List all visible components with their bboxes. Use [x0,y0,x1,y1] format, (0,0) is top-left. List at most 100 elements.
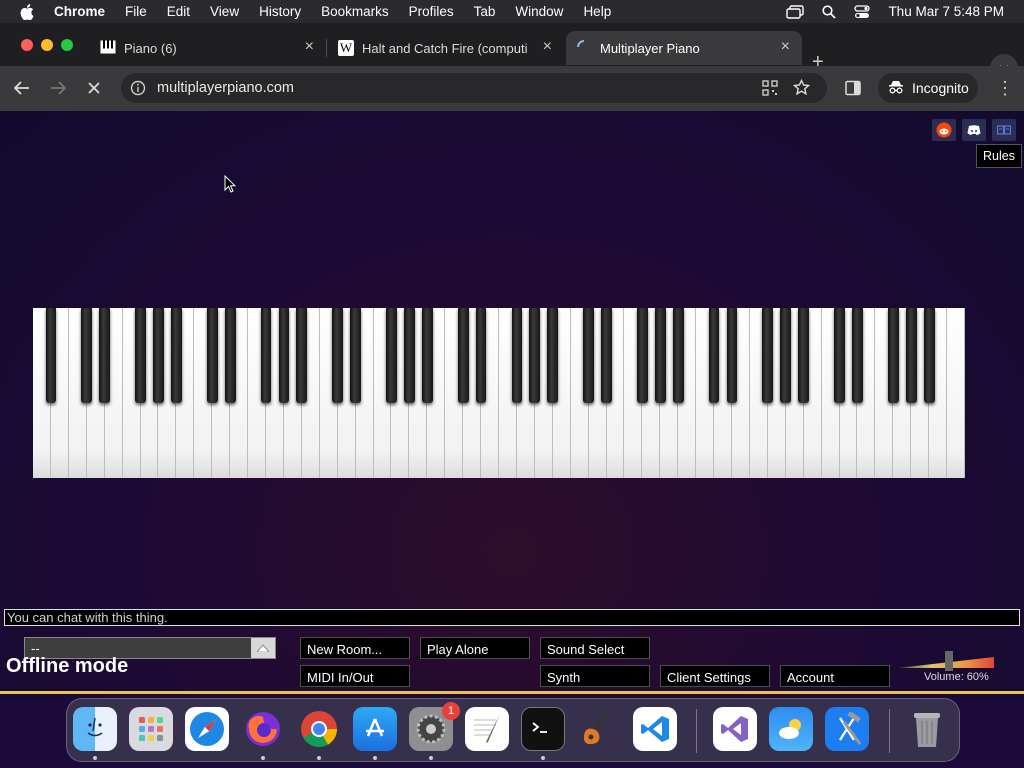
piano-black-key[interactable] [224,308,236,403]
piano-black-key[interactable] [780,308,792,403]
piano-black-key[interactable] [45,308,57,403]
piano-black-key[interactable] [153,308,164,403]
piano-black-key[interactable] [798,308,810,403]
xcode-icon[interactable] [825,707,869,751]
bookmark-star-icon[interactable] [792,78,811,100]
piano-black-key[interactable] [421,308,433,403]
terminal-icon[interactable] [521,707,565,751]
stop-loading-icon[interactable] [84,78,104,98]
tab-close-icon[interactable]: × [305,39,314,55]
piano-black-key[interactable] [583,308,594,403]
menubar-app-name[interactable]: Chrome [54,4,105,19]
piano-black-key[interactable] [672,308,684,403]
piano-black-key[interactable] [206,308,218,403]
chat-input[interactable]: You can chat with this thing. [4,609,1020,626]
piano-black-key[interactable] [654,308,666,403]
piano-black-key[interactable] [511,308,523,403]
discord-icon[interactable] [962,119,986,141]
piano-black-key[interactable] [386,308,397,403]
tab-close-icon[interactable]: × [781,39,790,55]
forward-arrow-icon[interactable] [48,78,68,98]
piano-black-key[interactable] [135,308,146,403]
back-arrow-icon[interactable] [12,78,32,98]
menu-view[interactable]: View [210,4,239,19]
chrome-menu-icon[interactable]: ⋮ [996,78,1014,99]
tab-multiplayer-piano[interactable]: Multiplayer Piano × [566,31,802,65]
trash-icon[interactable] [905,707,949,751]
qr-code-icon[interactable] [762,80,778,100]
app-store-icon[interactable] [353,707,397,751]
launchpad-icon[interactable] [129,707,173,751]
piano-black-key[interactable] [457,308,469,403]
piano-black-key[interactable] [834,308,845,403]
menubar-clock[interactable]: Thu Mar 7 5:48 PM [888,4,1004,19]
piano-black-key[interactable] [278,308,290,403]
screen-mirroring-icon[interactable] [786,4,805,19]
new-room-button[interactable]: New Room... [300,637,410,659]
menu-help[interactable]: Help [583,4,611,19]
window-zoom-button[interactable] [61,39,73,51]
garageband-icon[interactable] [577,707,621,751]
address-bar[interactable]: multiplayerpiano.com [121,73,827,103]
piano-black-key[interactable] [99,308,111,403]
control-center-icon[interactable] [854,4,871,19]
weather-icon[interactable] [769,707,813,751]
piano-black-key[interactable] [404,308,415,403]
piano-black-key[interactable] [296,308,308,403]
rules-icon[interactable] [992,119,1016,141]
piano-white-key[interactable] [947,308,965,478]
tab-piano[interactable]: Piano (6) × [90,31,326,65]
menu-edit[interactable]: Edit [167,4,190,19]
piano-black-key[interactable] [708,308,720,403]
play-alone-button[interactable]: Play Alone [420,637,530,659]
piano-black-key[interactable] [852,308,863,403]
account-button[interactable]: Account [780,665,890,687]
piano-black-key[interactable] [637,308,648,403]
apple-icon[interactable] [20,3,34,20]
piano-black-key[interactable] [260,308,272,403]
side-panel-icon[interactable] [845,80,861,101]
sound-select-button[interactable]: Sound Select [540,637,650,659]
piano-black-key[interactable] [171,308,182,403]
midi-in-out-button[interactable]: MIDI In/Out [300,665,410,687]
piano-black-key[interactable] [726,308,738,403]
window-minimize-button[interactable] [41,39,53,51]
client-settings-button[interactable]: Client Settings [660,665,770,687]
reddit-icon[interactable] [932,119,956,141]
piano-black-key[interactable] [332,308,344,403]
menu-tab[interactable]: Tab [474,4,496,19]
chrome-icon[interactable] [297,707,341,751]
vscode-icon[interactable] [633,707,677,751]
address-bar-url[interactable]: multiplayerpiano.com [157,80,294,96]
incognito-profile-button[interactable]: Incognito [878,73,978,103]
menu-history[interactable]: History [259,4,301,19]
menu-profiles[interactable]: Profiles [409,4,454,19]
piano-keyboard[interactable] [33,308,965,478]
piano-black-key[interactable] [762,308,774,403]
piano-black-key[interactable] [601,308,612,403]
piano-black-key[interactable] [529,308,541,403]
visual-studio-icon[interactable] [713,707,757,751]
volume-knob[interactable] [944,651,953,671]
site-info-icon[interactable] [130,80,146,100]
piano-black-key[interactable] [350,308,361,403]
menu-bookmarks[interactable]: Bookmarks [321,4,389,19]
piano-black-key[interactable] [887,308,899,403]
window-close-button[interactable] [21,39,33,51]
firefox-icon[interactable] [241,707,285,751]
chevron-up-icon[interactable] [251,638,275,658]
volume-slider[interactable]: Volume: 60% [898,651,994,683]
finder-icon[interactable] [73,707,117,751]
spotlight-search-icon[interactable] [822,4,837,19]
tab-halt-and-catch-fire[interactable]: W Halt and Catch Fire (computi × [328,31,564,65]
piano-black-key[interactable] [547,308,559,403]
piano-black-key[interactable] [475,308,487,403]
piano-black-key[interactable] [81,308,93,403]
menu-file[interactable]: File [125,4,147,19]
piano-black-key[interactable] [905,308,917,403]
menu-window[interactable]: Window [515,4,563,19]
tab-close-icon[interactable]: × [543,39,552,55]
synth-button[interactable]: Synth [540,665,650,687]
piano-black-key[interactable] [923,308,935,403]
textedit-icon[interactable] [465,707,509,751]
